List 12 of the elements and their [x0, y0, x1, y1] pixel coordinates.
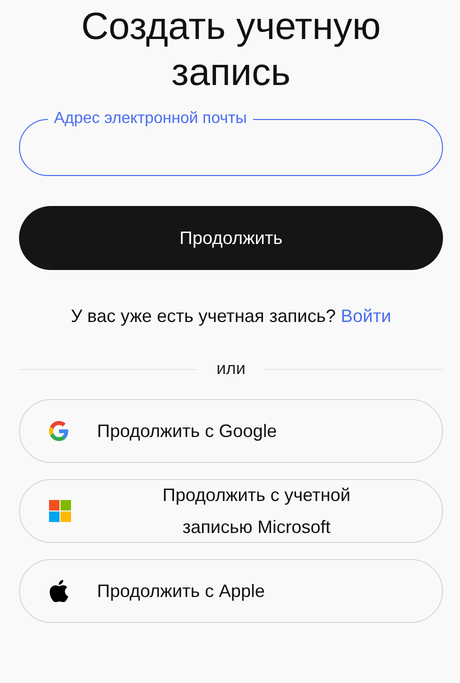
apple-button[interactable]: Продолжить с Apple	[19, 559, 443, 623]
apple-icon	[49, 580, 69, 602]
divider-text: или	[216, 359, 246, 379]
login-prompt: У вас уже есть учетная запись? Войти	[70, 305, 392, 327]
microsoft-icon	[49, 500, 71, 522]
email-field[interactable]: Адрес электронной почты	[19, 110, 443, 176]
page-title: Создать учетную запись	[80, 5, 382, 96]
continue-button[interactable]: Продолжить	[19, 206, 443, 270]
google-button[interactable]: Продолжить с Google	[19, 399, 443, 463]
google-icon	[49, 421, 69, 441]
microsoft-button[interactable]: Продолжить с учетной записью Microsoft	[19, 479, 443, 543]
login-link[interactable]: Войти	[340, 306, 392, 326]
